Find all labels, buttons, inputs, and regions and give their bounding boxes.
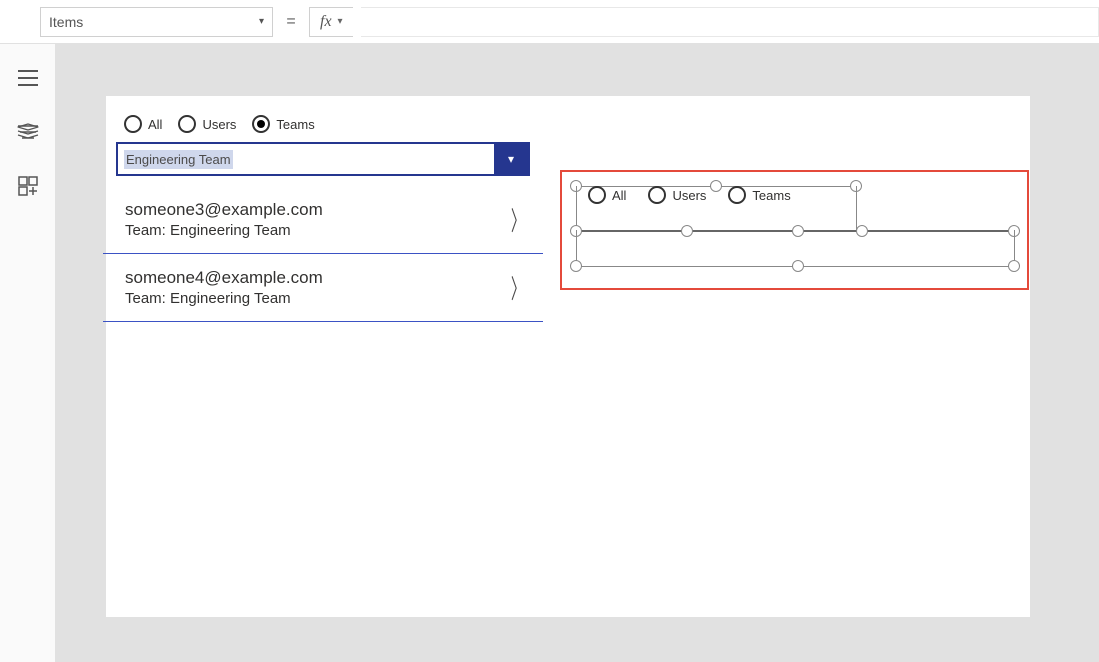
- results-list: someone3@example.com Team: Engineering T…: [106, 186, 540, 322]
- list-item[interactable]: someone3@example.com Team: Engineering T…: [103, 186, 543, 254]
- canvas[interactable]: All Users Teams Engineering Team: [56, 44, 1099, 662]
- resize-handle[interactable]: [1008, 260, 1020, 272]
- radio-icon: [252, 115, 270, 133]
- radio-teams[interactable]: Teams: [252, 115, 314, 133]
- radio-teams[interactable]: Teams: [728, 186, 790, 204]
- resize-handle[interactable]: [570, 260, 582, 272]
- selected-radio-group[interactable]: All Users Teams: [572, 180, 1002, 204]
- resize-handle[interactable]: [856, 225, 868, 237]
- list-item[interactable]: someone4@example.com Team: Engineering T…: [103, 254, 543, 322]
- chevron-right-icon: 〉: [511, 201, 525, 238]
- fx-icon: fx: [320, 13, 332, 31]
- radio-label: Users: [672, 188, 706, 203]
- resize-handle[interactable]: [681, 225, 693, 237]
- list-item-primary: someone4@example.com: [125, 268, 323, 288]
- screen-left-column: All Users Teams Engineering Team: [106, 96, 540, 322]
- radio-label: Teams: [752, 188, 790, 203]
- property-select[interactable]: Items ▾: [40, 7, 273, 37]
- hamburger-icon[interactable]: [16, 66, 40, 90]
- dropdown-toggle[interactable]: ▾: [494, 144, 528, 174]
- radio-label: All: [148, 117, 162, 132]
- radio-icon: [648, 186, 666, 204]
- fx-button[interactable]: fx ▾: [309, 7, 353, 37]
- list-item-secondary: Team: Engineering Team: [125, 222, 323, 239]
- chevron-down-icon: ▾: [259, 16, 264, 27]
- left-rail: [0, 44, 56, 662]
- radio-all[interactable]: All: [124, 115, 162, 133]
- selected-control-outline[interactable]: All Users Teams: [560, 170, 1029, 290]
- radio-label: Users: [202, 117, 236, 132]
- formula-input[interactable]: [361, 7, 1099, 37]
- team-dropdown[interactable]: Engineering Team ▾: [116, 142, 530, 176]
- filter-radio-group: All Users Teams: [106, 96, 540, 136]
- radio-all[interactable]: All: [588, 186, 626, 204]
- workspace: All Users Teams Engineering Team: [0, 44, 1099, 662]
- list-item-secondary: Team: Engineering Team: [125, 290, 323, 307]
- radio-users[interactable]: Users: [648, 186, 706, 204]
- radio-label: All: [612, 188, 626, 203]
- radio-icon: [178, 115, 196, 133]
- radio-icon: [124, 115, 142, 133]
- selected-radio-row: All Users Teams: [572, 180, 1002, 204]
- insert-icon[interactable]: [16, 174, 40, 198]
- radio-users[interactable]: Users: [178, 115, 236, 133]
- equals-sign: =: [281, 13, 301, 31]
- chevron-down-icon: ▾: [508, 152, 514, 166]
- formula-bar: Items ▾ = fx ▾: [0, 0, 1099, 44]
- radio-icon: [588, 186, 606, 204]
- radio-icon: [728, 186, 746, 204]
- radio-label: Teams: [276, 117, 314, 132]
- list-item-primary: someone3@example.com: [125, 200, 323, 220]
- resize-handle[interactable]: [792, 225, 804, 237]
- chevron-down-icon: ▾: [338, 16, 343, 27]
- chevron-right-icon: 〉: [511, 269, 525, 306]
- dropdown-value-wrap: Engineering Team: [118, 144, 494, 174]
- selection-edge-bottom[interactable]: [576, 266, 1014, 267]
- app-screen[interactable]: All Users Teams Engineering Team: [106, 96, 1030, 617]
- dropdown-value: Engineering Team: [124, 150, 233, 169]
- resize-handle[interactable]: [792, 260, 804, 272]
- property-select-value: Items: [49, 14, 83, 30]
- tree-view-icon[interactable]: [16, 120, 40, 144]
- selection-edge-middle[interactable]: [576, 230, 1014, 232]
